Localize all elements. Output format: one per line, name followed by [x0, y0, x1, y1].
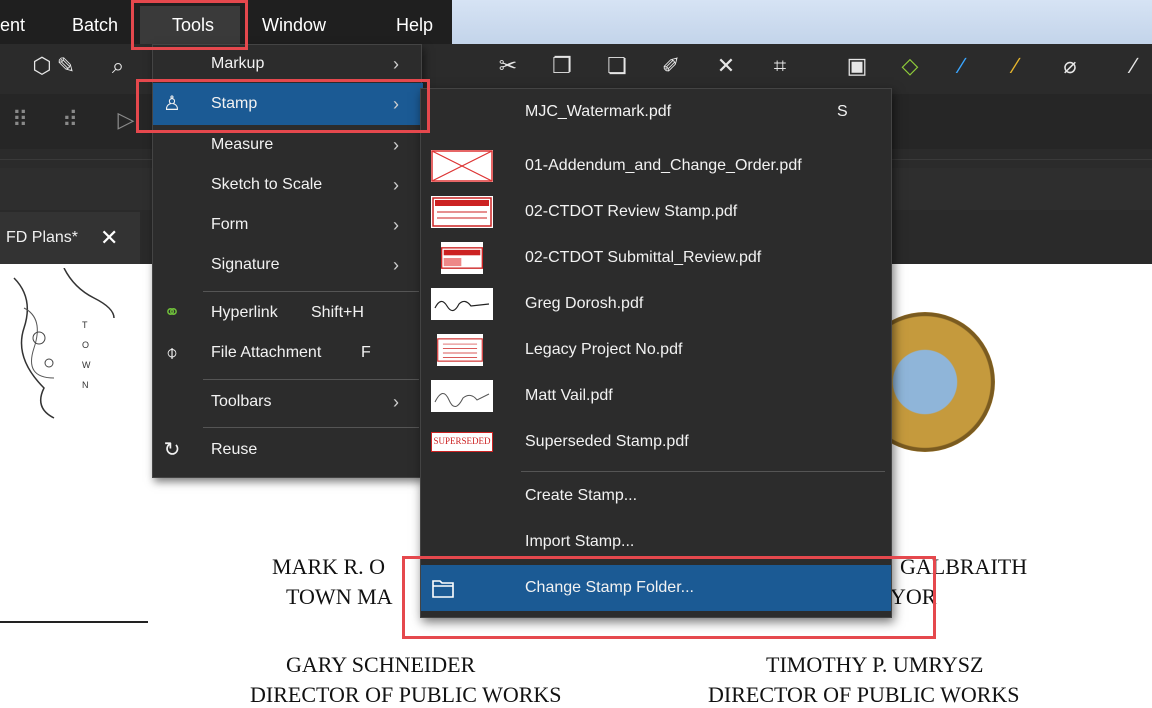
delete-icon[interactable]: ✕ [712, 52, 740, 80]
menu-item-label: Toolbars [211, 393, 272, 410]
highlight-tools-menu [131, 0, 248, 50]
doc-left-line-1: MARK R. O [272, 554, 386, 579]
highlight-stamp-item [136, 79, 430, 133]
menu-item-signature[interactable]: Signature › [153, 245, 423, 285]
menu-item-toolbars[interactable]: Toolbars › [153, 382, 423, 422]
stamp-thumbnail: SUPERSEDED [431, 432, 493, 452]
menu-item-label: Signature [211, 256, 280, 273]
chevron-right-icon: › [393, 255, 399, 275]
document-tab[interactable]: FD Plans* ✕ [0, 212, 140, 264]
menu-document[interactable]: ent [0, 0, 25, 44]
doc-left-line-2: TOWN MA [286, 584, 393, 609]
menu-item-label: Reuse [211, 441, 258, 458]
chevron-right-icon: › [393, 392, 399, 412]
zoom-icon[interactable]: ⌕ [104, 52, 132, 80]
signature-rule [0, 621, 148, 623]
create-stamp-item[interactable]: Create Stamp... [421, 473, 891, 519]
stamp-thumbnail [441, 242, 483, 274]
document-tab-title: FD Plans* [6, 229, 79, 246]
text-box-icon[interactable]: ▣ [843, 52, 871, 80]
menu-item-label: Markup [211, 55, 265, 72]
menu-separator [203, 379, 419, 380]
pen-icon[interactable]: ∕ [948, 52, 976, 80]
stamp-item-label: 02-CTDOT Review Stamp.pdf [525, 203, 738, 220]
stamp-item-superseded[interactable]: SUPERSEDED Superseded Stamp.pdf [421, 419, 891, 465]
edit-icon[interactable]: ✎ [52, 52, 80, 80]
stamp-item-matt-vail[interactable]: Matt Vail.pdf [421, 373, 891, 419]
stamp-submenu: MJC_Watermark.pdf S 01-Addendum_and_Chan… [420, 88, 892, 618]
menu-item-label: Form [211, 216, 249, 233]
reuse-icon: ↻ [163, 439, 181, 461]
stamp-item-legacy-project[interactable]: Legacy Project No.pdf [421, 327, 891, 373]
copy-icon[interactable]: ❐ [548, 52, 576, 80]
stamp-item-label: MJC_Watermark.pdf [525, 103, 672, 120]
doc-left-name: GARY SCHNEIDER [286, 652, 476, 677]
close-icon[interactable]: ✕ [100, 212, 118, 264]
menu-item-sketch-to-scale[interactable]: Sketch to Scale › [153, 165, 423, 205]
stamp-thumbnail [431, 380, 493, 412]
stamp-item-label: Legacy Project No.pdf [525, 341, 683, 358]
highlighter-icon[interactable]: ∕ [1002, 52, 1030, 80]
svg-text:W: W [82, 360, 91, 370]
menu-item-file-attachment[interactable]: ⌽ File Attachment F [153, 333, 423, 373]
chevron-right-icon: › [393, 215, 399, 235]
stamp-item-label: 01-Addendum_and_Change_Order.pdf [525, 157, 802, 174]
stamp-thumbnail [431, 196, 493, 228]
stamp-thumbnail [437, 334, 483, 366]
hyperlink-icon: ⚭ [163, 302, 181, 324]
stamp-item-shortcut: S [837, 103, 848, 120]
menu-item-shortcut: F [361, 344, 371, 361]
stamp-item-mjc-watermark[interactable]: MJC_Watermark.pdf S [421, 89, 891, 135]
menu-item-hyperlink[interactable]: ⚭ Hyperlink Shift+H [153, 293, 423, 333]
doc-right-title: DIRECTOR OF PUBLIC WORKS [708, 682, 1020, 707]
menu-batch[interactable]: Batch [72, 0, 118, 44]
stamp-item-label: Superseded Stamp.pdf [525, 433, 689, 450]
eraser-icon[interactable]: ⌀ [1056, 52, 1084, 80]
menu-separator [203, 427, 419, 428]
stamp-thumbnail [431, 150, 493, 182]
stamp-item-ctdot-submittal[interactable]: 02-CTDOT Submittal_Review.pdf [421, 235, 891, 281]
paperclip-icon: ⌽ [166, 342, 178, 364]
menu-item-reuse[interactable]: ↻ Reuse [153, 430, 423, 470]
cut-icon[interactable]: ✂ [494, 52, 522, 80]
menu-separator [203, 291, 419, 292]
chevron-right-icon: › [393, 54, 399, 74]
svg-text:O: O [82, 340, 89, 350]
line-icon[interactable]: ∕ [1120, 52, 1148, 80]
stamp-item-label: Matt Vail.pdf [525, 387, 613, 404]
menu-separator [521, 471, 885, 472]
menu-item-shortcut: Shift+H [311, 304, 364, 321]
menu-window[interactable]: Window [262, 0, 326, 44]
chevron-right-icon: › [393, 175, 399, 195]
svg-text:N: N [82, 380, 89, 390]
stamp-item-label: Create Stamp... [525, 487, 638, 504]
menu-item-label: Sketch to Scale [211, 176, 323, 193]
doc-right-name: TIMOTHY P. UMRYSZ [766, 652, 984, 677]
map-illustration: T O W N [13, 268, 115, 419]
stamp-item-addendum[interactable]: 01-Addendum_and_Change_Order.pdf [421, 143, 891, 189]
menu-help[interactable]: Help [396, 0, 433, 44]
crop-icon[interactable]: ⌗ [766, 52, 794, 80]
menu-item-label: File Attachment [211, 344, 322, 361]
menu-item-markup[interactable]: Markup › [153, 45, 423, 83]
align-icon[interactable]: ⠾ [56, 106, 84, 134]
menu-item-label: Hyperlink [211, 304, 278, 321]
doc-left-title: DIRECTOR OF PUBLIC WORKS [250, 682, 562, 707]
eraser-green-icon[interactable]: ◇ [896, 52, 924, 80]
stamp-item-label: 02-CTDOT Submittal_Review.pdf [525, 249, 762, 266]
stamp-item-greg-dorosh[interactable]: Greg Dorosh.pdf [421, 281, 891, 327]
svg-text:T: T [82, 320, 88, 330]
stamp-item-label: Greg Dorosh.pdf [525, 295, 644, 312]
stamp-item-ctdot-review[interactable]: 02-CTDOT Review Stamp.pdf [421, 189, 891, 235]
highlight-change-stamp-folder [402, 556, 936, 639]
grid-icon[interactable]: ⠿ [6, 106, 34, 134]
menu-item-form[interactable]: Form › [153, 205, 423, 245]
paste-icon[interactable]: ❏ [603, 52, 631, 80]
format-painter-icon[interactable]: ✐ [657, 52, 685, 80]
stamp-thumbnail [431, 288, 493, 320]
title-bar-fill [452, 0, 1152, 44]
